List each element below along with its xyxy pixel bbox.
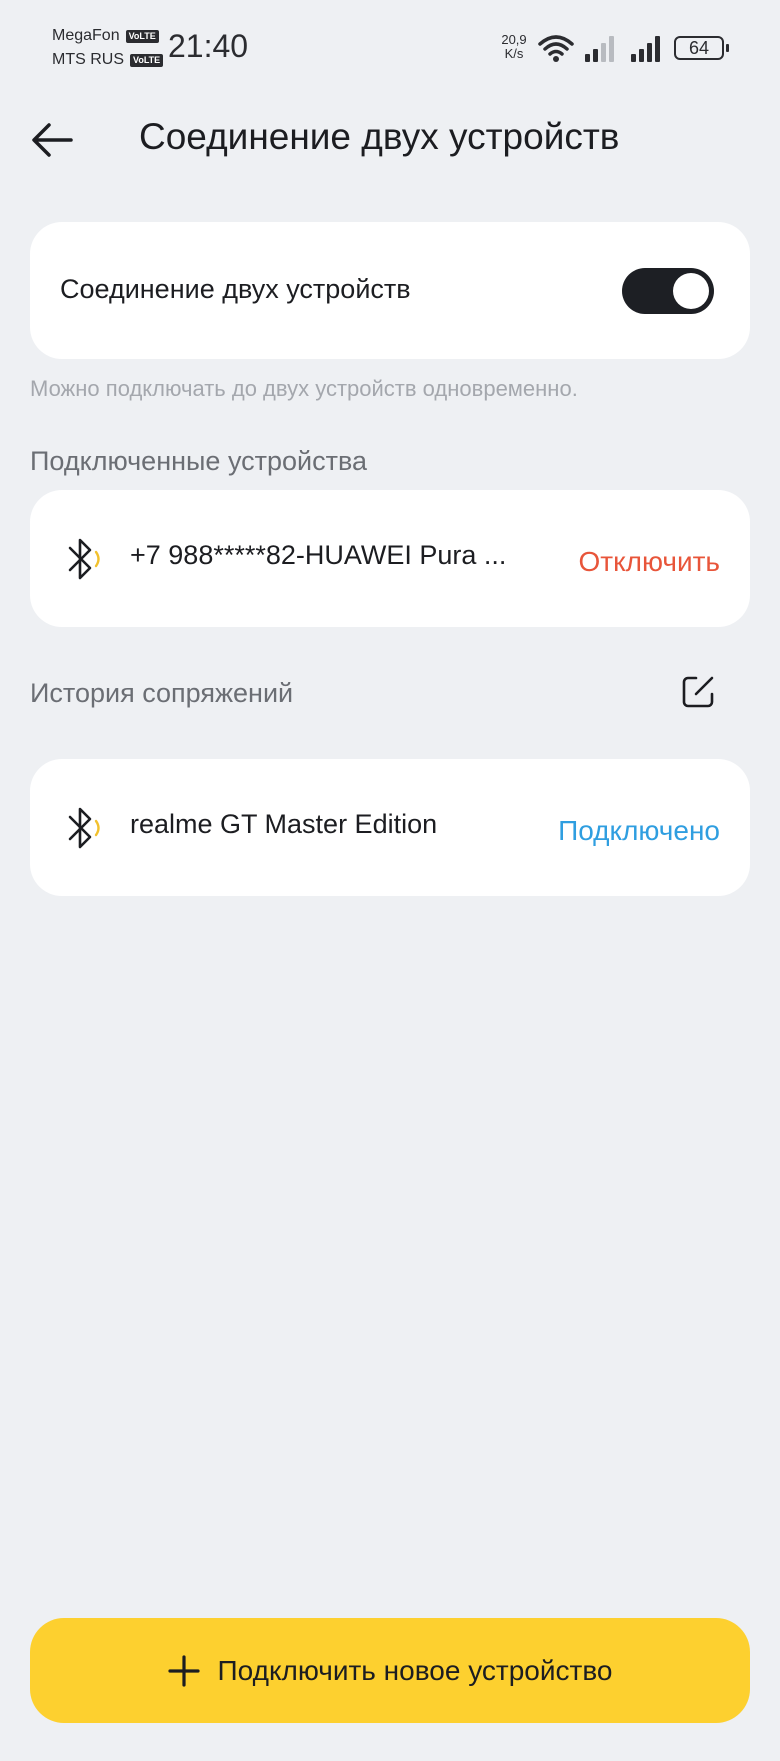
add-new-device-label: Подключить новое устройство [217, 1654, 613, 1686]
signal-icon [631, 36, 660, 62]
connected-device-item[interactable]: +7 988*****82-HUAWEI Pura ... Отключить [30, 490, 750, 627]
wifi-icon [538, 35, 574, 62]
speed-unit: K/s [504, 46, 524, 61]
speed-value: 20,9 [501, 32, 527, 47]
device-status[interactable]: Подключено [558, 815, 720, 847]
clock: 21:40 [168, 28, 249, 64]
plus-icon [167, 1654, 200, 1687]
connected-devices-title: Подключенные устройства [30, 446, 368, 476]
connected-device-name: +7 988*****82-HUAWEI Pura ... [130, 540, 507, 570]
volte-badge: VoLTE [130, 53, 164, 67]
carrier-2: MTS RUS [52, 51, 124, 68]
battery-icon: 64 [674, 36, 724, 60]
page-title: Соединение двух устройств [139, 116, 620, 157]
bluetooth-icon [68, 538, 100, 580]
dual-connection-hint: Можно подключать до двух устройств однов… [30, 376, 578, 401]
carrier-info: MegaFon VoLTE MTS RUS VoLTE [52, 24, 164, 72]
pairing-history-title: История сопряжений [30, 678, 294, 708]
history-device-name: realme GT Master Edition [130, 809, 438, 839]
carrier-1: MegaFon [52, 27, 120, 44]
volte-badge: VoLTE [125, 29, 159, 43]
add-new-device-button[interactable]: Подключить новое устройство [30, 1618, 750, 1723]
edit-icon[interactable] [678, 670, 720, 712]
back-button[interactable] [26, 114, 78, 166]
dual-connection-label: Соединение двух устройств [60, 274, 411, 304]
history-device-item[interactable]: realme GT Master Edition Подключено [30, 759, 750, 896]
dual-connection-card: Соединение двух устройств [30, 222, 750, 359]
network-speed: 20,9 K/s [496, 33, 532, 61]
status-bar: MegaFon VoLTE MTS RUS VoLTE 21:40 20,9 K… [0, 0, 780, 96]
disconnect-button[interactable]: Отключить [578, 546, 720, 578]
bluetooth-icon [68, 807, 100, 849]
battery-cap [726, 44, 729, 52]
signal-icon [585, 36, 614, 62]
toggle-knob [673, 273, 709, 309]
dual-connection-toggle[interactable] [622, 268, 714, 314]
back-arrow-icon [32, 123, 73, 157]
